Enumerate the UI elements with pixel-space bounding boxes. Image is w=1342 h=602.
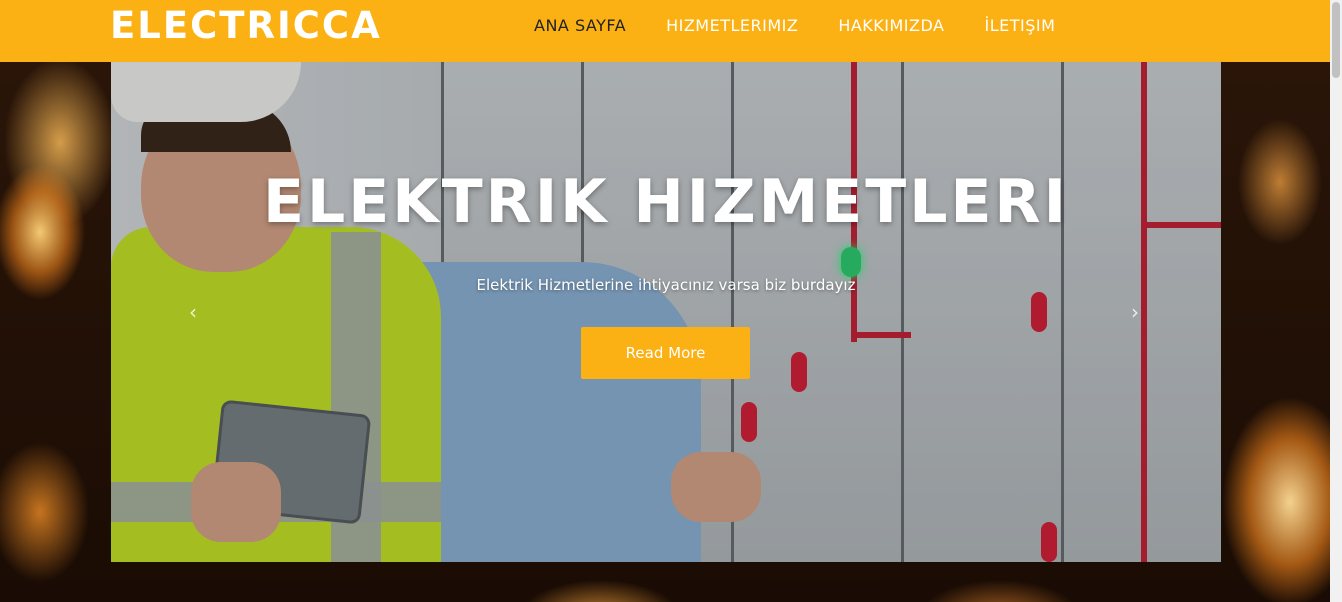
- hero-overlay: [111, 62, 1221, 562]
- chevron-left-icon[interactable]: ‹: [189, 300, 197, 324]
- nav-item-services[interactable]: HIZMETLERIMIZ: [666, 16, 798, 35]
- brand-logo[interactable]: ELECTRICCA: [110, 4, 382, 47]
- chevron-right-icon[interactable]: ›: [1131, 300, 1139, 324]
- main-nav: ANA SAYFA HIZMETLERIMIZ HAKKIMIZDA İLETI…: [534, 16, 1095, 35]
- nav-item-contact[interactable]: İLETIŞIM: [984, 16, 1055, 35]
- scrollbar-thumb[interactable]: [1332, 2, 1340, 78]
- nav-item-home[interactable]: ANA SAYFA: [534, 16, 626, 35]
- hero-subtitle: Elektrik Hizmetlerine ihtiyacınız varsa …: [476, 276, 856, 294]
- hero-slider: ELEKTRIK HIZMETLERI Elektrik Hizmetlerin…: [111, 62, 1221, 562]
- page-scrollbar[interactable]: [1330, 0, 1342, 602]
- hero-title: ELEKTRIK HIZMETLERI: [263, 167, 1069, 237]
- nav-item-about[interactable]: HAKKIMIZDA: [838, 16, 944, 35]
- site-header: ELECTRICCA ANA SAYFA HIZMETLERIMIZ HAKKI…: [0, 0, 1330, 62]
- read-more-button[interactable]: Read More: [581, 327, 750, 379]
